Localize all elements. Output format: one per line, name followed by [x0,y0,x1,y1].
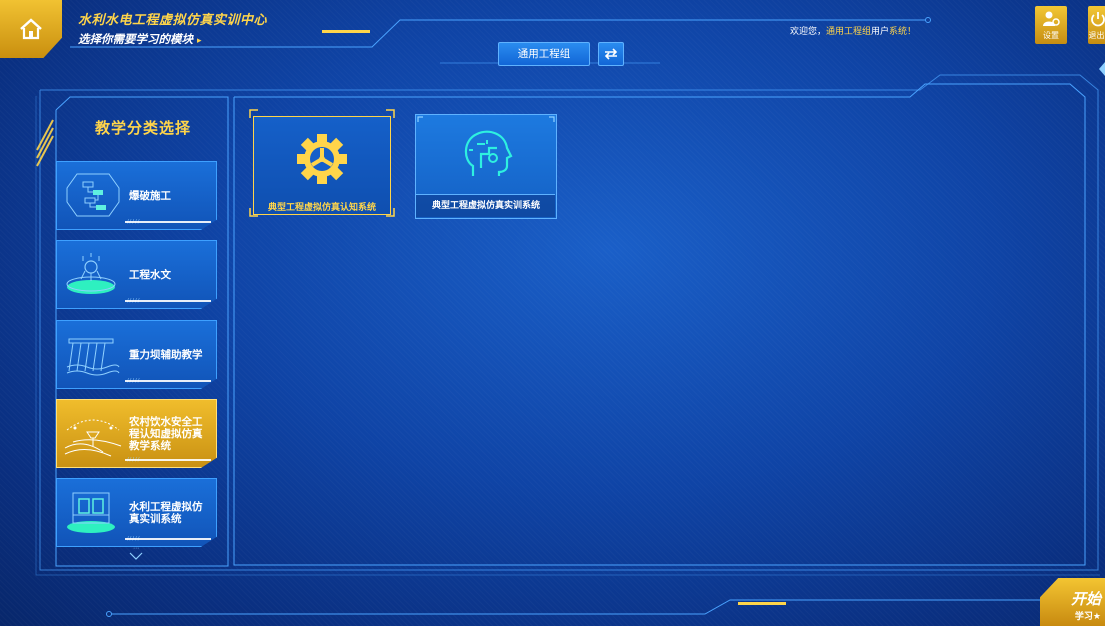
subtitle-arrow-icon: ▸ [197,36,202,46]
card-footer-line [125,300,211,302]
logout-button[interactable]: 退出 [1088,6,1105,44]
sidebar-item-label: 水利工程虚拟仿真实训系统 [129,500,203,525]
welcome-message: 欢迎您，通用工程组用户系统！ [790,24,916,37]
power-icon [1091,12,1105,27]
module-label: 典型工程虚拟仿真认知系统 [267,203,376,213]
swap-arrows-icon [604,48,618,60]
flowchart-icon [66,173,120,217]
sidebar-item-label: 重力坝辅助教学 [129,348,203,361]
gear-icon [297,134,347,184]
welcome-user: 用户 [871,26,890,36]
sidebar-item-label: 农村饮水安全工程认知虚拟仿真教学系统 [129,415,203,452]
right-edge-marker [1099,62,1105,76]
card-footer-line [125,221,211,223]
head-circuit-icon [464,130,513,176]
card-footer-line [125,459,211,461]
sidebar-item-rural-water[interactable]: 农村饮水安全工程认知虚拟仿真教学系统 ///// [56,399,217,468]
welcome-group: 通用工程组 [826,26,872,36]
sidebar-item-label: 工程水文 [129,268,171,281]
category-title: 教学分类选择 [95,119,192,137]
subtitle-text: 选择你需要学习的模块 [78,32,193,46]
start-sublabel: 学习★ [1074,612,1101,622]
sidebar-item-hydrology[interactable]: 工程水文 ///// [56,240,217,309]
welcome-prefix: 欢迎您， [790,26,827,36]
dam-icon [66,338,120,376]
card-footer-line [125,380,211,382]
settings-label: 设置 [1043,31,1059,40]
start-label: 开始 [1070,590,1101,608]
card-footer-line [125,538,211,540]
module-label: 典型工程虚拟仿真实训系统 [431,201,540,211]
hydrology-icon [66,253,116,294]
sidebar-item-hydraulic-sim[interactable]: 水利工程虚拟仿真实训系统 ///// [56,478,217,547]
module-card-cognition[interactable]: 典型工程虚拟仿真认知系统 [246,109,398,219]
user-settings-icon [1043,11,1060,26]
sluice-icon [67,492,115,533]
group-tab[interactable]: 通用工程组 [498,42,590,66]
sidebar-item-label: 爆破施工 [129,189,171,202]
irrigation-icon [64,419,122,457]
home-icon [20,18,42,40]
settings-button[interactable]: 设置 [1035,6,1067,44]
page-subtitle: 选择你需要学习的模块 ▸ [78,31,202,47]
logout-label: 退出 [1088,31,1105,40]
app-title: 水利水电工程虚拟仿真实训中心 [78,13,268,28]
sidebar-item-gravity-dam[interactable]: 重力坝辅助教学 ///// [56,320,217,389]
sidebar-item-blasting[interactable]: 爆破施工 ///// [56,161,217,230]
welcome-suffix: 系统！ [889,26,917,36]
module-card-training[interactable]: 典型工程虚拟仿真实训系统 [415,114,557,219]
switch-group-button[interactable] [598,42,624,66]
